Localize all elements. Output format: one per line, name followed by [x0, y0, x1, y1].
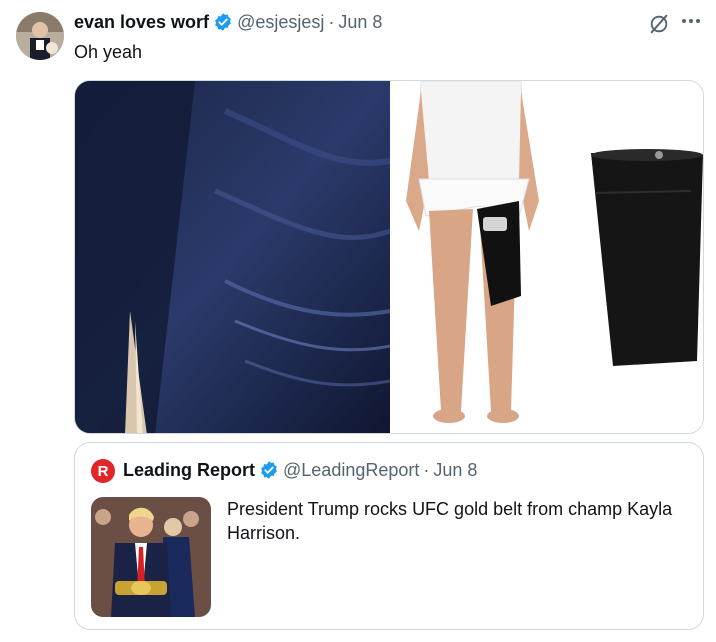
separator-dot: ·	[423, 460, 430, 480]
media-image-thigh-sleeve[interactable]	[391, 81, 703, 433]
svg-text:R: R	[98, 463, 109, 480]
trump-ufc-photo	[91, 497, 211, 617]
leading-report-logo-icon: R	[91, 459, 115, 483]
verified-badge-icon	[215, 13, 231, 31]
author-avatar[interactable]	[16, 12, 64, 60]
tweet-date[interactable]: Jun 8	[338, 12, 382, 32]
tweet-media[interactable]	[74, 80, 704, 434]
separator-dot: ·	[328, 12, 335, 32]
more-icon[interactable]	[680, 10, 702, 32]
author-name[interactable]: evan loves worf	[74, 12, 209, 32]
quoted-tweet-header: Leading Report @LeadingReport · Jun 8	[123, 457, 477, 483]
quoted-author-name[interactable]: Leading Report	[123, 460, 255, 480]
author-handle[interactable]: @esjesjesj	[237, 12, 324, 32]
quoted-tweet-date[interactable]: Jun 8	[433, 460, 477, 480]
tweet-text: Oh yeah	[74, 42, 143, 62]
thigh-sleeve-image	[391, 81, 703, 433]
tweet-header: evan loves worf @esjesjesj · Jun 8	[74, 10, 382, 34]
grok-icon[interactable]	[648, 13, 670, 35]
quoted-tweet[interactable]: R Leading Report @LeadingReport · Jun 8 Pr…	[74, 442, 704, 630]
more-dots	[682, 19, 700, 23]
media-image-suit-closeup[interactable]	[75, 81, 391, 433]
suit-fabric-image	[75, 81, 391, 433]
avatar-image	[16, 12, 64, 60]
quoted-author-handle[interactable]: @LeadingReport	[283, 460, 419, 480]
verified-badge-icon	[261, 461, 277, 479]
quoted-tweet-text: President Trump rocks UFC gold belt from…	[227, 499, 673, 543]
quoted-tweet-thumbnail[interactable]	[91, 497, 211, 617]
